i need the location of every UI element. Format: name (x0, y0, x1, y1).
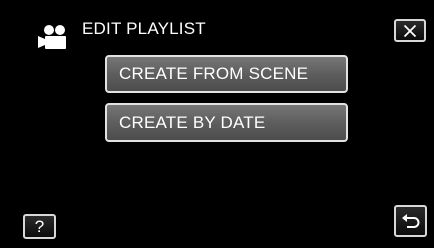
close-icon (403, 24, 417, 37)
return-arrow-icon (401, 214, 419, 228)
back-button[interactable] (394, 205, 427, 237)
help-button[interactable]: ? (23, 214, 56, 239)
edit-playlist-screen: EDIT PLAYLIST CREATE FROM SCENE CREATE B… (0, 0, 434, 248)
help-label: ? (34, 217, 45, 236)
create-by-date-button[interactable]: CREATE BY DATE (105, 103, 348, 142)
create-from-scene-button[interactable]: CREATE FROM SCENE (105, 55, 348, 93)
video-camera-icon (38, 25, 66, 49)
close-button[interactable] (394, 19, 426, 42)
page-title: EDIT PLAYLIST (82, 19, 206, 38)
